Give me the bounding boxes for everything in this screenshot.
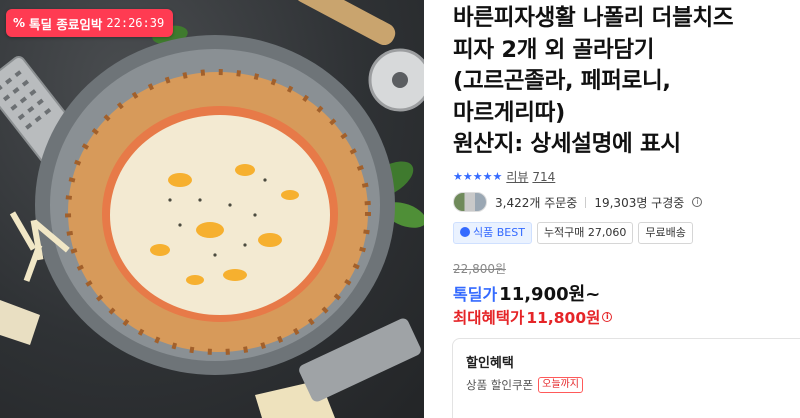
product-title: 바른피자생활 나폴리 더블치즈 피자 2개 외 골라담기 (고르곤졸라, 페퍼로… [453,5,734,157]
pizza-illustration [0,0,424,418]
coupon-deadline-chip: 오늘까지 [538,377,583,393]
tag-cumulative-purchases: 누적구매 27,060 [536,222,634,244]
info-icon[interactable]: i [602,312,613,322]
order-status-row: 3,422개 주문중 19,303명 구경중 i [453,191,703,213]
rating-row[interactable]: ★★★★★ 리뷰 714 [453,168,555,185]
product-image[interactable]: % 톡딜 종료임박 22:26:39 [0,0,424,418]
discount-benefit-box[interactable]: 할인혜택 상품 할인쿠폰 오늘까지 [452,338,800,418]
coupon-label: 상품 할인쿠폰 [466,378,534,392]
benefit-header: 할인혜택 [466,356,514,371]
percent-icon: % [13,16,26,30]
deal-badge-label: 톡딜 종료임박 [29,16,103,32]
coupon-row[interactable]: 상품 할인쿠폰 오늘까지 [466,377,583,393]
star-rating-icon: ★★★★★ [453,170,503,183]
product-tags: 식품 BEST 누적구매 27,060 무료배송 [453,222,693,244]
deal-countdown-timer: 22:26:39 [106,16,165,30]
tag-label: 식품 BEST [473,226,525,239]
buyer-avatars [453,192,487,212]
divider [585,196,587,208]
review-count[interactable]: 714 [532,170,555,184]
deal-countdown-badge: % 톡딜 종료임박 22:26:39 [6,9,174,37]
info-icon[interactable]: i [692,197,703,207]
deal-price-label: 톡딜가 [453,285,498,304]
original-price: 22,800원 [453,262,507,276]
tag-free-shipping: 무료배송 [638,222,693,244]
viewer-count: 19,303명 구경중 [594,195,685,210]
max-benefit-label: 최대혜택가 [453,309,525,327]
tag-food-best[interactable]: 식품 BEST [453,222,532,244]
product-info-panel: 바른피자생활 나폴리 더블치즈 피자 2개 외 골라담기 (고르곤졸라, 페퍼로… [452,0,800,418]
deal-price: 톡딜가 11,900원~ [453,280,600,306]
review-link-label[interactable]: 리뷰 [506,168,528,185]
max-benefit-value: 11,800원 [526,309,601,327]
best-badge-icon [460,227,470,237]
deal-price-value: 11,900원~ [499,284,601,305]
ordering-count: 3,422개 주문중 [495,195,578,210]
max-benefit-price: 최대혜택가 11,800원 i [453,306,613,328]
